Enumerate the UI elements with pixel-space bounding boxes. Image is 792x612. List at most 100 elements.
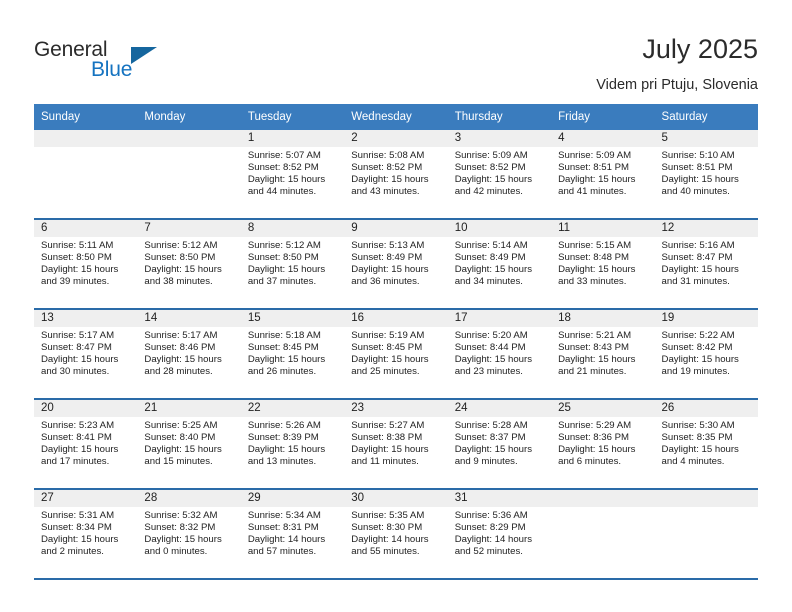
day-details: Sunrise: 5:10 AM Sunset: 8:51 PM Daylight:… (655, 147, 758, 198)
daylight-text-line1: Daylight: 15 hours (558, 174, 636, 186)
daylight-text-line1: Daylight: 15 hours (41, 354, 119, 366)
calendar-day-cell[interactable]: 16 Sunrise: 5:19 AM Sunset: 8:45 PM Dayligh… (344, 310, 448, 398)
day-details: Sunrise: 5:07 AM Sunset: 8:52 PM Daylight:… (241, 147, 344, 198)
daylight-text-line1: Daylight: 15 hours (144, 444, 222, 456)
general-blue-logo[interactable]: General Blue (34, 38, 234, 88)
calendar-day-cell[interactable]: 23 Sunrise: 5:27 AM Sunset: 8:38 PM Dayligh… (344, 400, 448, 488)
weekday-header-wednesday: Wednesday (351, 111, 412, 123)
calendar-week-row: 1 Sunrise: 5:07 AM Sunset: 8:52 PM Daylight… (34, 130, 758, 218)
calendar-week-cells: 1 Sunrise: 5:07 AM Sunset: 8:52 PM Daylight… (34, 130, 758, 218)
day-number: 30 (344, 490, 448, 507)
calendar-day-cell-empty (551, 490, 655, 578)
calendar-day-cell[interactable]: 5 Sunrise: 5:10 AM Sunset: 8:51 PM Daylight… (654, 130, 758, 218)
triangle-logo-icon (131, 47, 157, 64)
sunset-text: Sunset: 8:48 PM (558, 252, 630, 264)
daylight-text-line2: and 57 minutes. (247, 546, 317, 558)
sunrise-text: Sunrise: 5:36 AM (454, 510, 528, 521)
daylight-text-line1: Daylight: 15 hours (661, 264, 739, 276)
sunrise-text: Sunrise: 5:29 AM (558, 420, 632, 431)
daylight-text-line1: Daylight: 15 hours (558, 354, 636, 366)
day-details: Sunrise: 5:14 AM Sunset: 8:49 PM Daylight:… (448, 237, 551, 288)
sunrise-text: Sunrise: 5:08 AM (351, 150, 425, 161)
calendar-day-cell[interactable]: 15 Sunrise: 5:18 AM Sunset: 8:45 PM Dayligh… (240, 310, 345, 398)
calendar-day-cell[interactable]: 31 Sunrise: 5:36 AM Sunset: 8:29 PM Dayligh… (447, 490, 552, 578)
daylight-text-line2: and 0 minutes. (144, 546, 208, 558)
calendar-day-cell[interactable]: 18 Sunrise: 5:21 AM Sunset: 8:43 PM Dayligh… (551, 310, 655, 398)
calendar-day-cell[interactable]: 13 Sunrise: 5:17 AM Sunset: 8:47 PM Dayligh… (34, 310, 138, 398)
daylight-text-line2: and 11 minutes. (351, 456, 419, 468)
calendar-day-cell[interactable]: 28 Sunrise: 5:32 AM Sunset: 8:32 PM Dayligh… (137, 490, 241, 578)
sunset-text: Sunset: 8:30 PM (351, 522, 423, 534)
calendar-day-cell[interactable]: 12 Sunrise: 5:16 AM Sunset: 8:47 PM Dayligh… (654, 220, 758, 308)
sunset-text: Sunset: 8:49 PM (351, 252, 423, 264)
daylight-text-line2: and 41 minutes. (558, 186, 627, 198)
sunrise-text: Sunrise: 5:09 AM (558, 150, 632, 161)
calendar-day-cell[interactable]: 2 Sunrise: 5:08 AM Sunset: 8:52 PM Daylight… (344, 130, 448, 218)
calendar-day-cell-empty (137, 130, 241, 218)
sunset-text: Sunset: 8:40 PM (144, 432, 216, 444)
daylight-text-line1: Daylight: 15 hours (661, 444, 739, 456)
sunset-text: Sunset: 8:39 PM (247, 432, 319, 444)
sunrise-text: Sunrise: 5:35 AM (351, 510, 425, 521)
calendar-day-cell[interactable]: 11 Sunrise: 5:15 AM Sunset: 8:48 PM Dayligh… (551, 220, 655, 308)
calendar-day-cell[interactable]: 22 Sunrise: 5:26 AM Sunset: 8:39 PM Dayligh… (240, 400, 345, 488)
day-details: Sunrise: 5:17 AM Sunset: 8:47 PM Daylight:… (34, 327, 137, 378)
calendar-day-cell[interactable]: 7 Sunrise: 5:12 AM Sunset: 8:50 PM Daylight… (137, 220, 241, 308)
daylight-text-line2: and 19 minutes. (661, 366, 730, 378)
day-details: Sunrise: 5:32 AM Sunset: 8:32 PM Daylight:… (137, 507, 240, 558)
sunset-text: Sunset: 8:50 PM (144, 252, 216, 264)
calendar-week-cells: 6 Sunrise: 5:11 AM Sunset: 8:50 PM Daylight… (34, 220, 758, 308)
calendar-day-cell[interactable]: 29 Sunrise: 5:34 AM Sunset: 8:31 PM Dayligh… (240, 490, 345, 578)
daylight-text-line1: Daylight: 15 hours (454, 354, 533, 366)
sunset-text: Sunset: 8:46 PM (144, 342, 216, 354)
daylight-text-line1: Daylight: 15 hours (247, 444, 326, 456)
weekday-header-tuesday: Tuesday (247, 111, 292, 123)
calendar-day-cell[interactable]: 24 Sunrise: 5:28 AM Sunset: 8:37 PM Dayligh… (447, 400, 552, 488)
calendar-week-cells: 20 Sunrise: 5:23 AM Sunset: 8:41 PM Dayligh… (34, 400, 758, 488)
day-number: 4 (551, 130, 655, 147)
daylight-text-line1: Daylight: 15 hours (558, 444, 636, 456)
day-number: 27 (34, 490, 138, 507)
day-number: 10 (447, 220, 552, 237)
weekday-header-row: Sunday Monday Tuesday Wednesday Thursday… (34, 104, 758, 130)
daylight-text-line1: Daylight: 15 hours (144, 534, 222, 546)
calendar-day-cell[interactable]: 4 Sunrise: 5:09 AM Sunset: 8:51 PM Daylight… (551, 130, 655, 218)
calendar-day-cell[interactable]: 27 Sunrise: 5:31 AM Sunset: 8:34 PM Dayligh… (34, 490, 138, 578)
page-title: July 2025 (642, 34, 758, 64)
calendar-day-cell[interactable]: 1 Sunrise: 5:07 AM Sunset: 8:52 PM Daylight… (240, 130, 345, 218)
day-number: 6 (34, 220, 138, 237)
day-details: Sunrise: 5:21 AM Sunset: 8:43 PM Daylight:… (551, 327, 654, 378)
calendar-day-cell[interactable]: 6 Sunrise: 5:11 AM Sunset: 8:50 PM Daylight… (34, 220, 138, 308)
calendar-day-cell[interactable]: 25 Sunrise: 5:29 AM Sunset: 8:36 PM Dayligh… (551, 400, 655, 488)
daylight-text-line1: Daylight: 15 hours (454, 264, 533, 276)
calendar-day-cell[interactable]: 20 Sunrise: 5:23 AM Sunset: 8:41 PM Dayligh… (34, 400, 138, 488)
calendar-day-cell[interactable]: 3 Sunrise: 5:09 AM Sunset: 8:52 PM Daylight… (447, 130, 552, 218)
daylight-text-line2: and 55 minutes. (351, 546, 420, 558)
sunset-text: Sunset: 8:29 PM (454, 522, 526, 534)
day-details: Sunrise: 5:16 AM Sunset: 8:47 PM Daylight:… (655, 237, 758, 288)
calendar-day-cell[interactable]: 9 Sunrise: 5:13 AM Sunset: 8:49 PM Daylight… (344, 220, 448, 308)
calendar-day-cell[interactable]: 10 Sunrise: 5:14 AM Sunset: 8:49 PM Dayligh… (447, 220, 552, 308)
calendar-day-cell[interactable]: 26 Sunrise: 5:30 AM Sunset: 8:35 PM Dayligh… (654, 400, 758, 488)
calendar-day-cell[interactable]: 30 Sunrise: 5:35 AM Sunset: 8:30 PM Dayligh… (344, 490, 448, 578)
daylight-text-line2: and 9 minutes. (454, 456, 518, 468)
sunset-text: Sunset: 8:38 PM (351, 432, 423, 444)
sunrise-text: Sunrise: 5:17 AM (41, 330, 115, 341)
weekday-header-monday: Monday (144, 111, 186, 123)
daylight-text-line2: and 2 minutes. (41, 546, 104, 558)
calendar-day-cell[interactable]: 17 Sunrise: 5:20 AM Sunset: 8:44 PM Dayligh… (447, 310, 552, 398)
sunset-text: Sunset: 8:52 PM (351, 162, 423, 174)
weekday-header-sunday: Sunday (41, 111, 81, 123)
sunset-text: Sunset: 8:35 PM (661, 432, 733, 444)
day-number: 25 (551, 400, 655, 417)
daylight-text-line2: and 30 minutes. (41, 366, 110, 378)
sunrise-text: Sunrise: 5:26 AM (247, 420, 321, 431)
calendar-week-cells: 13 Sunrise: 5:17 AM Sunset: 8:47 PM Dayligh… (34, 310, 758, 398)
day-number: 29 (240, 490, 345, 507)
calendar-day-cell[interactable]: 14 Sunrise: 5:17 AM Sunset: 8:46 PM Dayligh… (137, 310, 241, 398)
day-number: 5 (654, 130, 758, 147)
calendar-day-cell[interactable]: 21 Sunrise: 5:25 AM Sunset: 8:40 PM Dayligh… (137, 400, 241, 488)
calendar-day-cell[interactable]: 8 Sunrise: 5:12 AM Sunset: 8:50 PM Daylight… (240, 220, 345, 308)
calendar-day-cell[interactable]: 19 Sunrise: 5:22 AM Sunset: 8:42 PM Dayligh… (654, 310, 758, 398)
calendar-day-cell-empty (654, 490, 758, 578)
